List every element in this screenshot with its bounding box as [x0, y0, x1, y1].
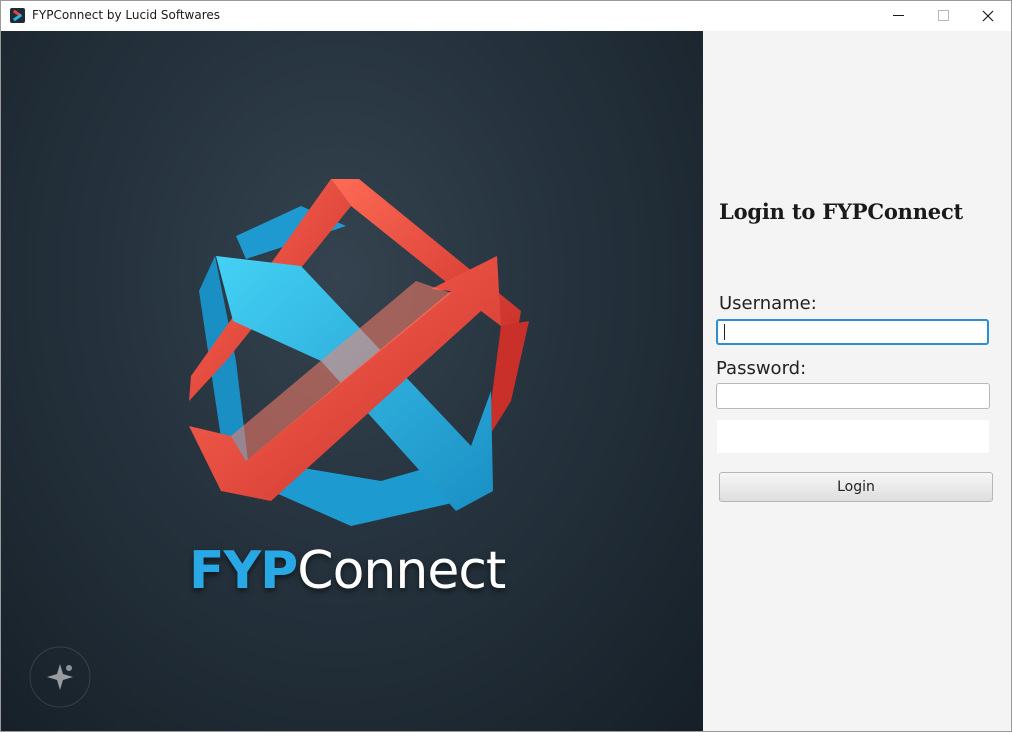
maximize-button[interactable]: [921, 1, 967, 31]
app-logo-icon: [10, 8, 25, 23]
brand-wordmark: FYPConnect: [189, 541, 506, 601]
password-input[interactable]: [716, 383, 990, 409]
status-message: [717, 420, 989, 453]
close-button[interactable]: [965, 1, 1011, 31]
login-panel: Login to FYPConnect Username: Password: …: [703, 31, 1011, 731]
window-title: FYPConnect by Lucid Softwares: [32, 8, 221, 22]
username-input[interactable]: [716, 319, 989, 345]
logo-panel: FYPConnect: [1, 31, 703, 731]
imagined-with-ai-badge: [29, 646, 91, 708]
login-button[interactable]: Login: [719, 472, 993, 502]
minimize-icon: [893, 15, 904, 16]
brand-fyp-text: FYP: [189, 541, 298, 601]
text-caret: [724, 324, 725, 340]
close-icon: [982, 10, 994, 22]
fypconnect-logo-graphic: [189, 179, 529, 526]
app-window: FYPConnect by Lucid Softwares FYPConnect…: [0, 0, 1012, 732]
login-title: Login to FYPConnect: [719, 199, 964, 224]
title-bar[interactable]: FYPConnect by Lucid Softwares: [1, 1, 1011, 31]
minimize-button[interactable]: [875, 1, 921, 31]
maximize-icon: [938, 10, 949, 21]
password-label: Password:: [716, 358, 807, 379]
username-label: Username:: [719, 293, 817, 314]
brand-connect-text: Connect: [297, 541, 506, 601]
